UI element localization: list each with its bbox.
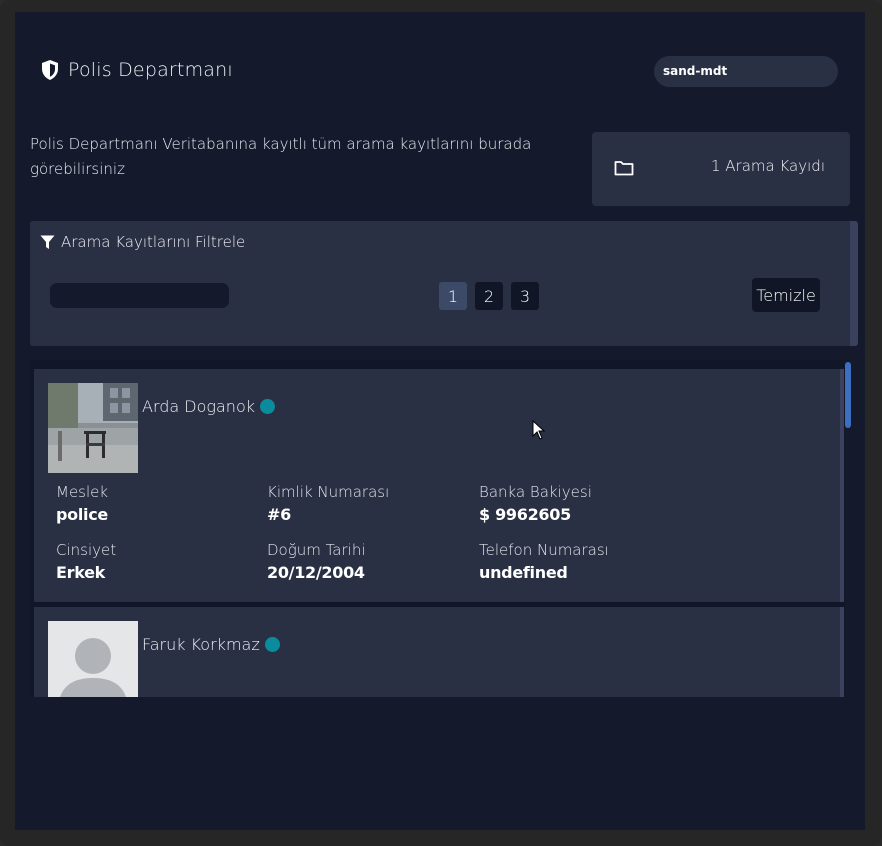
avatar xyxy=(48,383,138,473)
user-badge[interactable]: sand-mdt xyxy=(654,56,838,87)
field-meslek: Meslek police xyxy=(56,483,108,524)
online-status-dot xyxy=(264,637,280,652)
online-status-dot xyxy=(260,399,275,414)
folder-icon xyxy=(614,160,634,176)
mdt-app: Polis Departmanı sand-mdt Polis Departma… xyxy=(15,12,865,830)
field-banka: Banka Bakiyesi $ 9962605 xyxy=(479,483,592,524)
field-kimlik: Kimlik Numarası #6 xyxy=(267,483,389,524)
clear-filter-button[interactable]: Temizle xyxy=(752,278,820,312)
scrollbar-thumb[interactable] xyxy=(845,362,851,428)
field-dogum: Doğum Tarihi 20/12/2004 xyxy=(267,541,366,582)
record-name[interactable]: Faruk Korkmaz xyxy=(142,635,280,654)
pagination: 1 2 3 xyxy=(439,282,547,310)
page-button-2[interactable]: 2 xyxy=(475,282,503,310)
avatar xyxy=(48,621,138,697)
field-label: Meslek xyxy=(56,483,109,501)
field-value: Erkek xyxy=(56,563,106,582)
field-cinsiyet: Cinsiyet Erkek xyxy=(56,541,116,582)
filter-icon xyxy=(40,235,55,250)
record-card[interactable]: Faruk Korkmaz xyxy=(34,607,844,697)
page-description: Polis Departmanı Veritabanına kayıtlı tü… xyxy=(30,135,532,178)
record-count-label: 1 Arama Kayıdı xyxy=(710,157,825,175)
record-list[interactable]: Arda Doganok Meslek police Kimlik Numara… xyxy=(30,360,850,697)
field-value: #6 xyxy=(267,505,291,524)
field-label: Kimlik Numarası xyxy=(267,483,390,501)
record-card[interactable]: Arda Doganok Meslek police Kimlik Numara… xyxy=(34,369,844,602)
shield-icon xyxy=(40,59,60,81)
filter-title: Arama Kayıtlarını Filtrele xyxy=(40,233,245,251)
filter-search-input[interactable] xyxy=(50,283,229,308)
field-label: Banka Bakiyesi xyxy=(479,483,592,501)
record-name-text: Arda Doganok xyxy=(142,397,255,416)
page-button-1[interactable]: 1 xyxy=(439,282,467,310)
page-title-text: Polis Departmanı xyxy=(68,59,233,81)
field-label: Cinsiyet xyxy=(56,541,117,559)
field-label: Telefon Numarası xyxy=(479,541,609,559)
record-name-text: Faruk Korkmaz xyxy=(142,635,260,654)
field-telefon: Telefon Numarası undefined xyxy=(479,541,609,582)
record-count-card: 1 Arama Kayıdı xyxy=(592,132,850,206)
record-name[interactable]: Arda Doganok xyxy=(142,397,275,416)
mouse-cursor-icon xyxy=(532,420,546,440)
filter-panel: Arama Kayıtlarını Filtrele 1 2 3 Temizle xyxy=(30,221,858,346)
field-value: police xyxy=(56,505,108,524)
page-button-3[interactable]: 3 xyxy=(511,282,539,310)
field-value: $ 9962605 xyxy=(479,505,571,524)
field-value: 20/12/2004 xyxy=(267,563,365,582)
window-frame: Polis Departmanı sand-mdt Polis Departma… xyxy=(0,0,882,846)
field-label: Doğum Tarihi xyxy=(267,541,366,559)
filter-title-text: Arama Kayıtlarını Filtrele xyxy=(61,233,246,251)
page-title: Polis Departmanı xyxy=(40,59,233,81)
field-value: undefined xyxy=(479,563,568,582)
